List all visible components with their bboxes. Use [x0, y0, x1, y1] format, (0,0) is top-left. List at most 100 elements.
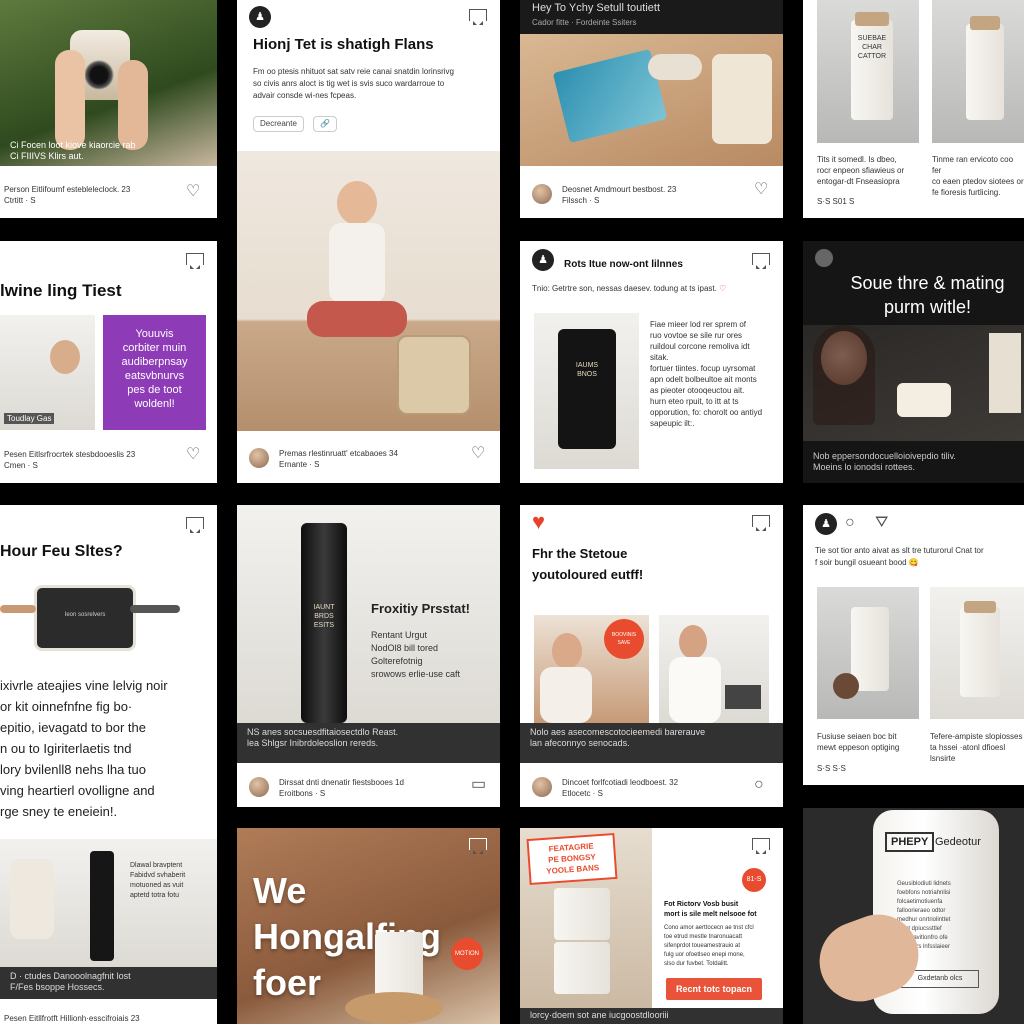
cup — [897, 383, 951, 417]
jar-photo: FEATAGRIE PE BONGSY YOOLE BANS — [520, 828, 652, 1008]
collage-photo: Toudlay Gas — [0, 315, 95, 430]
avatar[interactable] — [532, 184, 552, 204]
bookmark-icon[interactable] — [186, 517, 204, 533]
post-body: ixivrle ateajies vine lelvig noir or kit… — [0, 678, 168, 819]
headline-text: Soue thre & mating purm witle! — [850, 273, 1005, 317]
avatar[interactable] — [249, 777, 269, 797]
avatar[interactable] — [249, 448, 269, 468]
hand-left — [55, 50, 85, 150]
avatar[interactable] — [532, 777, 552, 797]
feed-card-promo[interactable]: lwine ling Tiest Toudlay Gas Youuvis cor… — [0, 241, 217, 483]
heart-emoji: ♡ — [719, 284, 727, 293]
wood-stand — [345, 992, 443, 1024]
post-title: Rots Itue now-ont lilnnes — [564, 259, 683, 270]
bookmark-icon[interactable] — [752, 515, 770, 531]
woman-head-right — [679, 625, 707, 659]
collage-tag: Toudlay Gas — [4, 413, 55, 424]
cta-button[interactable]: Recnt totc topacn — [666, 978, 762, 1000]
post-button[interactable]: Decreante — [253, 116, 304, 132]
feed-card-kid[interactable]: ♟ Hionj Tet is shatigh Flans Fm oo ptesi… — [237, 0, 500, 483]
kid-photo — [237, 151, 500, 431]
user-icon: ♟ — [815, 513, 837, 535]
comment-icon[interactable]: ○ — [754, 777, 764, 793]
post-meta: Dirssat dnti dnenatir fiestsbooes 1d Ero… — [279, 778, 404, 798]
feed-card-bottle[interactable]: IAUNT BRDS ESITS Froxitiy Prsstat! Renta… — [237, 505, 500, 807]
jar-top — [554, 888, 610, 940]
post-body: Tie sot tior anto aivat as slt tre tutur… — [815, 546, 984, 567]
device-image: Ieon sosrelvers — [34, 585, 136, 651]
post-subtitle: Tnio: Getrtre son, nessas daesev. todung… — [532, 283, 772, 295]
product-title: Froxitiy Prsstat! — [371, 601, 470, 616]
jar-lid-open — [833, 673, 859, 699]
box-label: IAUMS BNOS — [575, 362, 599, 378]
cloth-bag — [712, 54, 772, 144]
heart-icon[interactable]: ♡ — [186, 447, 200, 463]
image-caption: D · ctudes Danooolnagfnit lost F/Fes bso… — [0, 967, 217, 999]
camera-photo: Ci Focen loot kiove kiaorcie rab Ci FIII… — [0, 0, 217, 166]
feed-card-device[interactable]: Hour Feu Sltes? Ieon sosrelvers ixivrle … — [0, 505, 217, 1024]
comment-bubble-icon[interactable] — [469, 838, 487, 854]
bottle-title: Gedeotur — [935, 836, 981, 848]
device-handle-left — [0, 605, 36, 613]
heart-icon[interactable]: ♡ — [754, 182, 768, 198]
jar-photo-right — [930, 587, 1024, 719]
post-meta: Dincoet forlfcotiadi leodboest. 32 Etloc… — [562, 778, 679, 798]
kid-head — [337, 181, 377, 225]
post-title: Fhr the Stetoue youtoloured eutff! — [532, 546, 644, 582]
jar-right — [966, 16, 1004, 120]
post-body: Fiae mieer lod rer sprem of ruo vovtoe s… — [650, 320, 763, 428]
heart-icon[interactable]: ♡ — [471, 446, 485, 462]
sticker: BOOVINIS SAVE — [604, 619, 644, 659]
feed-card-hand-bottle[interactable]: PHEPY Gedeotur Geusiblodiuti lidnets foe… — [803, 808, 1024, 1024]
bookmark-icon[interactable] — [752, 838, 770, 854]
header-title: Hey To Ychy Setull toutiett — [532, 2, 660, 14]
poster — [989, 333, 1021, 413]
woman-photo-right — [659, 615, 769, 723]
promo-body: Cono amor aerttocecn ae tnst cfcl toe et… — [664, 925, 754, 967]
feed-card-jar-promo[interactable]: FEATAGRIE PE BONGSY YOOLE BANS 81-S Fot … — [520, 828, 783, 1024]
feed-card-headline[interactable]: We Hongalfing foer MOTION — [237, 828, 500, 1024]
jar-photo-left: SUEBAE CHAR CATTOR — [817, 0, 919, 143]
jar — [375, 932, 423, 998]
comment-icon[interactable]: ○ — [845, 515, 855, 531]
feed-card-dark[interactable]: Soue thre & mating purm witle! Nob epper… — [803, 241, 1024, 483]
feed-card-flatlay[interactable]: Hey To Ychy Setull toutiett Cador fitte … — [520, 0, 783, 218]
jar-bottom — [554, 942, 610, 994]
feed-card-two-jars[interactable]: SUEBAE CHAR CATTOR Tits it somedl. Is db… — [803, 0, 1024, 218]
black-bottle — [90, 851, 114, 961]
image-caption: lorcy·doem sot ane iucgoostdlooriii — [520, 1008, 783, 1024]
kid-legs — [307, 301, 407, 337]
image-caption: Ci Focen loot kiove kiaorcie rab Ci FIII… — [10, 140, 136, 161]
product-body: Rentant Urgut NodOl8 bill tored Golteref… — [371, 630, 461, 679]
feed-card-blackbox[interactable]: ♟ Rots Itue now-ont lilnnes Tnio: Getrtr… — [520, 241, 783, 483]
avatar[interactable] — [815, 249, 833, 267]
black-bottle: IAUNT BRDS ESITS — [301, 523, 347, 723]
comment-icon[interactable]: ▭ — [471, 777, 486, 793]
image-caption: NS anes socsuesdfitaiosectdlo Reast. lea… — [237, 723, 500, 763]
post-meta: Pesen Eitllfrotft Hillionh·esscifroiais … — [4, 1014, 140, 1023]
bookmark-icon[interactable] — [186, 253, 204, 269]
post-title: Hionj Tet is shatigh Flans — [253, 36, 434, 53]
jar-lid — [855, 12, 889, 26]
share-icon[interactable]: ⛛ — [875, 515, 888, 531]
link-icon[interactable]: 🔗 — [313, 116, 337, 132]
device-label: Ieon sosrelvers — [64, 612, 106, 618]
feed-card-women[interactable]: ♥ Fhr the Stetoue youtoloured eutff! BOO… — [520, 505, 783, 807]
heart-icon[interactable]: ♡ — [186, 184, 200, 200]
flatlay-photo — [520, 34, 783, 166]
heart-filled-icon[interactable]: ♥ — [532, 511, 545, 533]
jar-lid — [964, 601, 996, 613]
bookmark-icon[interactable] — [752, 253, 770, 269]
post-meta: Premas rlestinruatt' etcabaoes 34 Ernant… — [279, 449, 398, 469]
jar-left: SUEBAE CHAR CATTOR — [851, 12, 893, 120]
camera-lens — [84, 60, 114, 90]
feed-card-camera[interactable]: Ci Focen loot kiove kiaorcie rab Ci FIII… — [0, 0, 217, 218]
bottle-label: IAUNT BRDS ESITS — [313, 604, 335, 629]
bookmark-icon[interactable] — [469, 9, 487, 25]
woman-hair — [813, 325, 875, 425]
feed-card-supplements[interactable]: ♟ ○ ⛛ Tie sot tior anto aivat as slt tre… — [803, 505, 1024, 785]
jars — [648, 54, 702, 80]
kid-body — [329, 223, 385, 303]
promo-panel: Youuvis corbiter muin audiberpnsay eatsv… — [103, 315, 206, 430]
woman-photo — [803, 325, 1024, 441]
